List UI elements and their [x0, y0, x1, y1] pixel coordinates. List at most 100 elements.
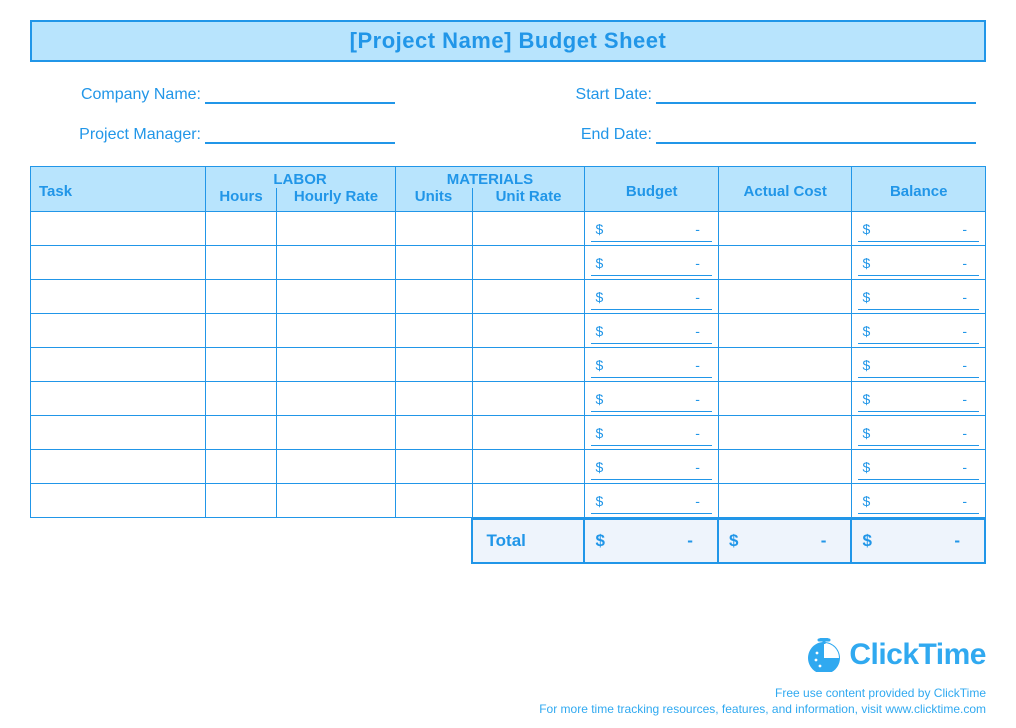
- balance-cell[interactable]: $-: [852, 416, 986, 450]
- task-cell[interactable]: [31, 348, 206, 382]
- total-label: Total: [472, 519, 585, 563]
- hours-cell[interactable]: [205, 246, 277, 280]
- clicktime-logo: ClickTime: [539, 638, 986, 672]
- budget-cell[interactable]: $-: [585, 450, 718, 484]
- unit-rate-cell[interactable]: [472, 450, 585, 484]
- table-row: $- $-: [31, 450, 986, 484]
- actual-cost-cell[interactable]: [718, 280, 851, 314]
- table-row: $- $-: [31, 484, 986, 518]
- company-name-label: Company Name:: [40, 86, 205, 104]
- hours-cell[interactable]: [205, 280, 277, 314]
- units-cell[interactable]: [395, 314, 472, 348]
- hourly-rate-cell[interactable]: [277, 280, 395, 314]
- units-cell[interactable]: [395, 348, 472, 382]
- balance-cell[interactable]: $-: [852, 280, 986, 314]
- hourly-rate-cell[interactable]: [277, 314, 395, 348]
- hours-cell[interactable]: [205, 450, 277, 484]
- hourly-rate-cell[interactable]: [277, 416, 395, 450]
- footer-line-2: For more time tracking resources, featur…: [539, 702, 986, 716]
- budget-cell[interactable]: $-: [585, 484, 718, 518]
- actual-cost-cell[interactable]: [718, 348, 851, 382]
- unit-rate-cell[interactable]: [472, 246, 585, 280]
- header-task: Task: [31, 167, 206, 212]
- budget-cell[interactable]: $-: [585, 416, 718, 450]
- task-cell[interactable]: [31, 212, 206, 246]
- units-cell[interactable]: [395, 416, 472, 450]
- unit-rate-cell[interactable]: [472, 212, 585, 246]
- units-cell[interactable]: [395, 212, 472, 246]
- hourly-rate-cell[interactable]: [277, 246, 395, 280]
- balance-cell[interactable]: $-: [852, 348, 986, 382]
- budget-cell[interactable]: $-: [585, 348, 718, 382]
- actual-cost-cell[interactable]: [718, 246, 851, 280]
- unit-rate-cell[interactable]: [472, 348, 585, 382]
- unit-rate-cell[interactable]: [472, 484, 585, 518]
- hourly-rate-cell[interactable]: [277, 382, 395, 416]
- hourly-rate-cell[interactable]: [277, 484, 395, 518]
- balance-cell[interactable]: $-: [852, 382, 986, 416]
- unit-rate-cell[interactable]: [472, 382, 585, 416]
- hours-cell[interactable]: [205, 484, 277, 518]
- task-cell[interactable]: [31, 484, 206, 518]
- task-cell[interactable]: [31, 416, 206, 450]
- units-cell[interactable]: [395, 280, 472, 314]
- brand-name: ClickTime: [849, 638, 986, 672]
- hours-cell[interactable]: [205, 212, 277, 246]
- start-date-input[interactable]: [656, 84, 976, 104]
- balance-cell[interactable]: $-: [852, 484, 986, 518]
- task-cell[interactable]: [31, 450, 206, 484]
- units-cell[interactable]: [395, 484, 472, 518]
- actual-cost-cell[interactable]: [718, 450, 851, 484]
- task-cell[interactable]: [31, 314, 206, 348]
- hourly-rate-cell[interactable]: [277, 450, 395, 484]
- total-budget: $-: [584, 519, 717, 563]
- hourly-rate-cell[interactable]: [277, 212, 395, 246]
- balance-cell[interactable]: $-: [852, 212, 986, 246]
- hourly-rate-cell[interactable]: [277, 348, 395, 382]
- hours-cell[interactable]: [205, 348, 277, 382]
- budget-cell[interactable]: $-: [585, 314, 718, 348]
- table-row: $- $-: [31, 314, 986, 348]
- budget-cell[interactable]: $-: [585, 382, 718, 416]
- units-cell[interactable]: [395, 450, 472, 484]
- actual-cost-cell[interactable]: [718, 382, 851, 416]
- table-row: $- $-: [31, 416, 986, 450]
- task-cell[interactable]: [31, 246, 206, 280]
- header-units: Units: [395, 188, 472, 212]
- unit-rate-cell[interactable]: [472, 416, 585, 450]
- header-unit-rate: Unit Rate: [472, 188, 585, 212]
- hours-cell[interactable]: [205, 314, 277, 348]
- unit-rate-cell[interactable]: [472, 314, 585, 348]
- actual-cost-cell[interactable]: [718, 416, 851, 450]
- budget-cell[interactable]: $-: [585, 212, 718, 246]
- budget-cell[interactable]: $-: [585, 246, 718, 280]
- units-cell[interactable]: [395, 246, 472, 280]
- company-name-input[interactable]: [205, 84, 395, 104]
- footer-line-1: Free use content provided by ClickTime: [539, 686, 986, 700]
- task-cell[interactable]: [31, 280, 206, 314]
- balance-cell[interactable]: $-: [852, 246, 986, 280]
- units-cell[interactable]: [395, 382, 472, 416]
- budget-table: Task LABOR MATERIALS Budget Actual Cost …: [30, 166, 986, 518]
- header-hours: Hours: [205, 188, 277, 212]
- project-manager-label: Project Manager:: [40, 126, 205, 144]
- unit-rate-cell[interactable]: [472, 280, 585, 314]
- header-actual-cost: Actual Cost: [718, 167, 851, 212]
- actual-cost-cell[interactable]: [718, 484, 851, 518]
- actual-cost-cell[interactable]: [718, 314, 851, 348]
- budget-cell[interactable]: $-: [585, 280, 718, 314]
- task-cell[interactable]: [31, 382, 206, 416]
- stopwatch-icon: [805, 638, 843, 672]
- table-row: $- $-: [31, 280, 986, 314]
- total-actual: $-: [718, 519, 851, 563]
- balance-cell[interactable]: $-: [852, 450, 986, 484]
- project-manager-input[interactable]: [205, 124, 395, 144]
- header-materials-group: MATERIALS: [395, 167, 585, 189]
- total-balance: $-: [851, 519, 985, 563]
- actual-cost-cell[interactable]: [718, 212, 851, 246]
- hours-cell[interactable]: [205, 382, 277, 416]
- end-date-input[interactable]: [656, 124, 976, 144]
- hours-cell[interactable]: [205, 416, 277, 450]
- page-title: [Project Name] Budget Sheet: [30, 20, 986, 62]
- balance-cell[interactable]: $-: [852, 314, 986, 348]
